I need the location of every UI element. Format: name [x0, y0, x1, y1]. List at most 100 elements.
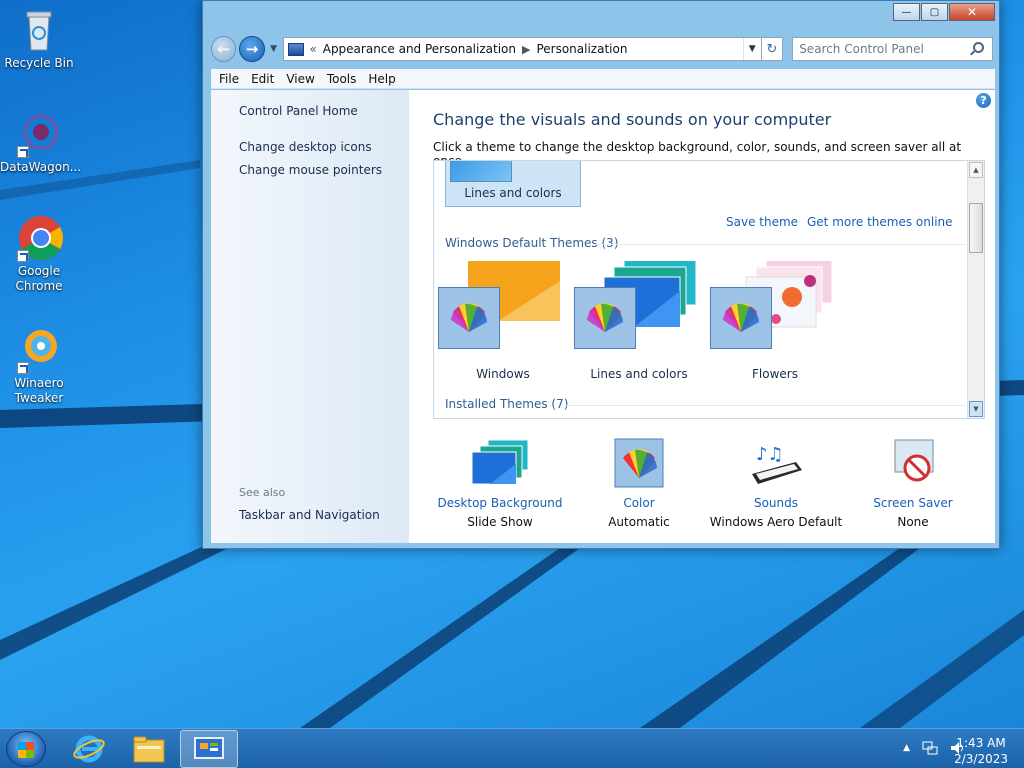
chevron-up-icon: ▲ — [973, 166, 979, 174]
recycle-bin-icon — [15, 6, 63, 54]
desktop-icon-label: Google Chrome — [15, 264, 63, 293]
refresh-icon: ↻ — [766, 41, 778, 57]
recent-pages-dropdown[interactable]: ▼ — [267, 44, 281, 54]
caption-buttons: — ▢ ✕ — [893, 3, 995, 21]
search-icon[interactable] — [973, 42, 985, 53]
control-panel-icon — [194, 737, 224, 759]
clock[interactable]: 1:43 AM 2/3/2023 — [954, 735, 1008, 767]
desktop-icon-recycle-bin[interactable]: Recycle Bin — [0, 6, 78, 71]
control-panel-home-link[interactable]: Control Panel Home — [239, 104, 358, 118]
scroll-up-button[interactable]: ▲ — [969, 162, 983, 178]
taskbar: ▲ 1:43 AM 2/3/2023 — [0, 728, 1024, 768]
color-setting[interactable]: Color Automatic — [569, 438, 709, 529]
svg-text:♪♫: ♪♫ — [756, 444, 784, 465]
internet-explorer-icon — [73, 735, 105, 763]
minimize-button[interactable]: — — [893, 3, 920, 21]
sounds-setting[interactable]: ♪♫ Sounds Windows Aero Default — [706, 438, 846, 529]
get-more-themes-link[interactable]: Get more themes online — [807, 215, 953, 229]
forward-button[interactable]: → — [239, 36, 265, 62]
breadcrumb-appearance[interactable]: Appearance and Personalization — [323, 42, 516, 56]
color-palette-icon — [574, 287, 636, 349]
setting-value: None — [897, 515, 929, 529]
search-input[interactable]: Search Control Panel — [792, 37, 994, 61]
shortcut-arrow-icon — [17, 250, 29, 262]
breadcrumb-separator-icon[interactable]: ▶ — [522, 43, 530, 56]
theme-label: Lines and colors — [590, 367, 688, 381]
desktop-background-setting[interactable]: Desktop Background Slide Show — [430, 438, 570, 529]
theme-list-scrollbar[interactable]: ▲ ▼ — [967, 161, 984, 418]
clock-date: 2/3/2023 — [954, 752, 1008, 766]
selected-theme-label: Lines and colors — [464, 186, 562, 200]
desktop-icon-datawagon[interactable]: DataWagon... — [0, 110, 82, 175]
setting-title: Sounds — [753, 496, 799, 510]
desktop-icon-chrome[interactable]: Google Chrome — [0, 214, 78, 294]
address-dropdown-button[interactable]: ▼ — [742, 38, 761, 60]
personalization-window: — ▢ ✕ ← → ▼ « Appearance and Personaliza… — [202, 0, 1000, 549]
selected-theme-item[interactable]: Lines and colors — [445, 161, 581, 207]
taskbar-control-panel[interactable] — [180, 730, 238, 768]
help-button[interactable]: ? — [976, 93, 991, 108]
back-button[interactable]: ← — [211, 36, 237, 62]
setting-value: Windows Aero Default — [709, 515, 843, 529]
menu-edit[interactable]: Edit — [245, 72, 280, 86]
menu-tools[interactable]: Tools — [321, 72, 363, 86]
theme-flowers[interactable]: Flowers — [710, 261, 840, 381]
sounds-icon: ♪♫ — [746, 438, 806, 488]
menu-bar: File Edit View Tools Help — [211, 69, 995, 89]
see-also-heading: See also — [239, 486, 286, 499]
theme-list: Lines and colors Save theme Get more the… — [433, 160, 985, 419]
installed-themes-heading: Installed Themes (7) — [445, 397, 569, 411]
change-desktop-icons-link[interactable]: Change desktop icons — [239, 140, 372, 154]
setting-value: Slide Show — [467, 515, 533, 529]
show-hidden-icons-button[interactable]: ▲ — [903, 743, 910, 758]
breadcrumb-overflow[interactable]: « — [309, 42, 316, 56]
desktop-icon-label: Winaero Tweaker — [14, 376, 64, 405]
change-mouse-pointers-link[interactable]: Change mouse pointers — [239, 163, 382, 177]
taskbar-navigation-link[interactable]: Taskbar and Navigation — [239, 508, 380, 522]
breadcrumb-personalization[interactable]: Personalization — [536, 42, 627, 56]
start-button[interactable] — [6, 731, 46, 767]
chevron-down-icon: ▼ — [270, 44, 278, 54]
main-pane: ? Change the visuals and sounds on your … — [409, 90, 995, 543]
theme-label: Flowers — [752, 367, 798, 381]
task-pane: Control Panel Home Change desktop icons … — [211, 90, 409, 543]
color-palette-icon — [438, 287, 500, 349]
screen-saver-setting[interactable]: Screen Saver None — [843, 438, 983, 529]
theme-thumbnail — [450, 161, 512, 182]
network-icon[interactable] — [922, 741, 938, 758]
save-theme-link[interactable]: Save theme — [726, 215, 798, 229]
maximize-button[interactable]: ▢ — [921, 3, 948, 21]
desktop-icon-winaero[interactable]: Winaero Tweaker — [0, 326, 78, 406]
setting-title: Desktop Background — [437, 496, 563, 510]
chevron-down-icon: ▼ — [973, 405, 979, 413]
folder-icon — [133, 736, 165, 763]
search-placeholder: Search Control Panel — [799, 42, 924, 56]
clock-time: 1:43 AM — [956, 736, 1006, 750]
section-divider — [594, 244, 966, 245]
scroll-thumb[interactable] — [969, 203, 983, 253]
section-divider — [564, 405, 966, 406]
page-title: Change the visuals and sounds on your co… — [433, 110, 832, 129]
desktop-background-icon — [470, 438, 530, 488]
desktop-icon-label: DataWagon... — [0, 160, 82, 174]
scroll-down-button[interactable]: ▼ — [969, 401, 983, 417]
theme-windows[interactable]: Windows — [438, 261, 568, 381]
refresh-button[interactable]: ↻ — [761, 37, 784, 61]
taskbar-internet-explorer[interactable] — [60, 730, 118, 768]
screen-saver-icon — [883, 438, 943, 488]
theme-lines-and-colors[interactable]: Lines and colors — [574, 261, 704, 381]
color-palette-icon — [609, 438, 669, 488]
color-palette-icon — [710, 287, 772, 349]
menu-view[interactable]: View — [280, 72, 320, 86]
taskbar-file-explorer[interactable] — [120, 730, 178, 768]
chevron-down-icon: ▼ — [748, 44, 756, 54]
theme-label: Windows — [476, 367, 530, 381]
close-button[interactable]: ✕ — [949, 3, 995, 21]
menu-help[interactable]: Help — [362, 72, 401, 86]
setting-title: Screen Saver — [873, 496, 953, 510]
address-bar-row: ← → ▼ « Appearance and Personalization ▶… — [211, 35, 994, 63]
arrow-left-icon: ← — [217, 40, 230, 58]
address-field[interactable]: « Appearance and Personalization ▶ Perso… — [283, 37, 762, 61]
menu-file[interactable]: File — [213, 72, 245, 86]
desktop-icon-label: Recycle Bin — [4, 56, 74, 70]
